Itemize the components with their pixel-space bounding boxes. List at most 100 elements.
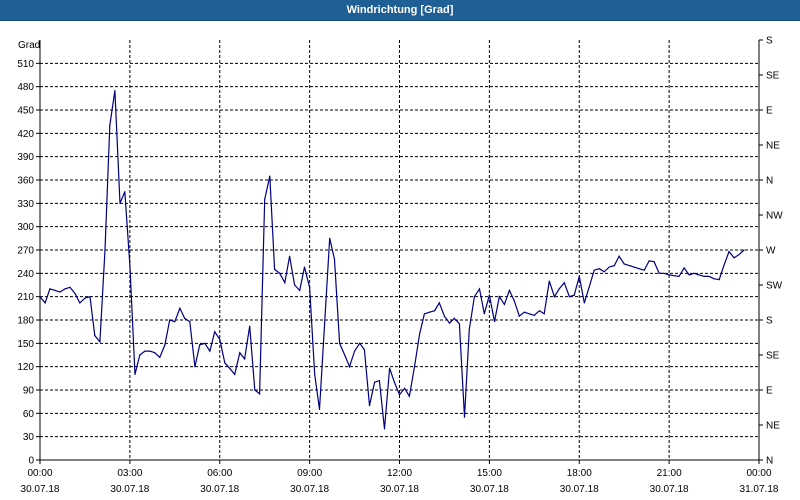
data-point bbox=[59, 291, 61, 293]
data-point bbox=[623, 263, 625, 265]
data-point bbox=[618, 255, 620, 257]
data-point bbox=[374, 381, 376, 383]
chart-title: Windrichtung [Grad] bbox=[0, 0, 800, 21]
y-tick-label: 180 bbox=[17, 316, 34, 327]
data-point bbox=[533, 314, 535, 316]
right-tick-label: SE bbox=[766, 71, 780, 82]
wind-direction-chart: 0 30 60 90 120 150 180 210 240 270 300 330 360 390 420… bbox=[17, 36, 783, 496]
data-point bbox=[144, 350, 146, 352]
data-point bbox=[114, 90, 116, 92]
y-tick-label: 300 bbox=[17, 222, 34, 233]
data-point bbox=[289, 255, 291, 257]
data-point bbox=[463, 416, 466, 418]
data-point bbox=[423, 313, 425, 315]
series-line bbox=[39, 90, 745, 429]
data-point bbox=[508, 289, 510, 291]
x-tick-date-label: 30.07.18 bbox=[560, 484, 599, 495]
data-point bbox=[653, 261, 655, 263]
data-point bbox=[453, 317, 455, 319]
data-point bbox=[518, 315, 520, 317]
data-point bbox=[39, 296, 41, 298]
data-point bbox=[204, 342, 206, 344]
data-point bbox=[553, 296, 556, 298]
data-point bbox=[318, 408, 321, 410]
x-tick-time-label: 03:00 bbox=[117, 468, 142, 479]
x-tick-time-label: 21:00 bbox=[657, 468, 682, 479]
data-point bbox=[443, 315, 445, 317]
data-point bbox=[69, 286, 71, 288]
right-tick-label: SW bbox=[766, 281, 783, 292]
data-point bbox=[224, 362, 226, 364]
data-point bbox=[648, 260, 650, 262]
data-point bbox=[718, 279, 720, 281]
data-point bbox=[254, 389, 256, 391]
data-point bbox=[513, 300, 515, 302]
right-tick-label: NE bbox=[766, 421, 780, 432]
data-point bbox=[329, 237, 331, 239]
x-tick-time-label: 06:00 bbox=[207, 468, 232, 479]
data-point bbox=[54, 289, 56, 291]
x-tick-date-label: 30.07.18 bbox=[110, 484, 149, 495]
data-point bbox=[633, 266, 635, 268]
data-point bbox=[673, 275, 675, 277]
x-tick-time-label: 00:00 bbox=[746, 468, 771, 479]
data-point bbox=[294, 284, 296, 286]
data-point bbox=[548, 280, 550, 282]
x-tick-time-label: 18:00 bbox=[567, 468, 592, 479]
data-point bbox=[159, 356, 161, 358]
data-point bbox=[558, 288, 560, 290]
y-tick-label: 30 bbox=[23, 432, 35, 443]
data-point bbox=[79, 302, 81, 304]
data-point bbox=[309, 286, 311, 288]
x-tick-date-label: 30.07.18 bbox=[380, 484, 419, 495]
data-point bbox=[733, 257, 735, 259]
y-tick-label: 120 bbox=[17, 362, 34, 373]
data-point bbox=[413, 366, 416, 368]
y-tick-label: 480 bbox=[17, 82, 34, 93]
x-tick-time-label: 15:00 bbox=[477, 468, 502, 479]
data-point bbox=[229, 367, 231, 369]
data-point bbox=[493, 321, 496, 323]
y-tick-label: 510 bbox=[17, 59, 34, 70]
y-tick-label: 240 bbox=[17, 269, 34, 280]
data-point bbox=[44, 302, 46, 304]
x-tick-date-label: 30.07.18 bbox=[650, 484, 689, 495]
right-tick-label: N bbox=[766, 456, 773, 467]
x-tick-date-label: 30.07.18 bbox=[21, 484, 60, 495]
data-point bbox=[354, 350, 356, 352]
data-point bbox=[483, 313, 485, 315]
data-point bbox=[578, 275, 580, 277]
data-point bbox=[219, 338, 221, 340]
data-point bbox=[738, 254, 740, 256]
data-point bbox=[683, 267, 685, 269]
right-tick-label: N bbox=[766, 176, 773, 187]
data-point bbox=[119, 202, 121, 204]
right-tick-label: S bbox=[766, 316, 773, 327]
y-tick-label: 330 bbox=[17, 199, 34, 210]
data-point bbox=[498, 296, 500, 298]
y-axis-ticks: 0 30 60 90 120 150 180 210 240 270 300 330 360 390 420… bbox=[17, 59, 40, 467]
data-point bbox=[134, 373, 136, 375]
data-point bbox=[668, 274, 670, 276]
data-point bbox=[458, 323, 460, 325]
data-point bbox=[154, 352, 156, 354]
data-point bbox=[269, 175, 271, 177]
data-point bbox=[259, 393, 261, 395]
data-point bbox=[239, 352, 241, 354]
data-point bbox=[468, 328, 470, 330]
y-axis-label: Grad bbox=[18, 40, 40, 51]
y-tick-label: 90 bbox=[23, 386, 35, 397]
data-point bbox=[189, 321, 191, 323]
x-tick-time-label: 12:00 bbox=[387, 468, 412, 479]
data-point bbox=[249, 325, 251, 327]
right-tick-label: SE bbox=[766, 351, 780, 362]
right-tick-label: NW bbox=[766, 211, 783, 222]
data-point bbox=[348, 366, 351, 368]
data-point bbox=[404, 387, 406, 389]
data-point bbox=[408, 395, 410, 397]
data-point bbox=[333, 258, 336, 260]
data-point bbox=[368, 405, 371, 407]
x-tick-date-label: 30.07.18 bbox=[290, 484, 329, 495]
data-point bbox=[314, 373, 316, 375]
data-point bbox=[663, 272, 665, 274]
